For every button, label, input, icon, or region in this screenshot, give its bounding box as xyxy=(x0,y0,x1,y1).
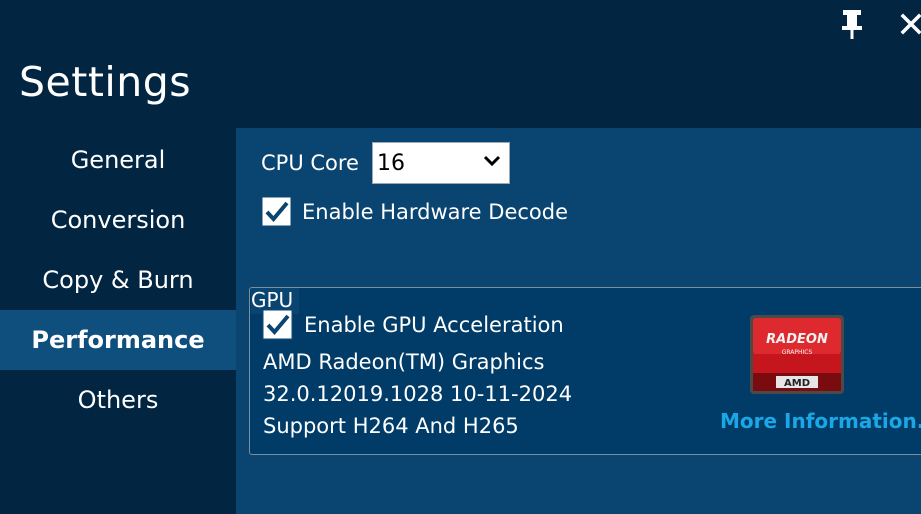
nav-item-others[interactable]: Others xyxy=(0,370,236,430)
radeon-logo: RADEON GRAPHICS AMD xyxy=(750,315,844,394)
close-icon xyxy=(900,13,921,35)
nav-item-general[interactable]: General xyxy=(0,130,236,190)
pin-button[interactable] xyxy=(838,8,866,40)
gpu-codec-support: Support H264 And H265 xyxy=(263,414,519,438)
performance-panel: CPU Core 16 Enable Hardware Decode GPU E… xyxy=(236,128,921,514)
cpu-core-value: 16 xyxy=(377,151,405,176)
settings-nav: General Conversion Copy & Burn Performan… xyxy=(0,130,236,430)
hw-decode-label: Enable Hardware Decode xyxy=(302,200,569,224)
cpu-core-label: CPU Core xyxy=(261,151,359,175)
svg-text:GRAPHICS: GRAPHICS xyxy=(782,349,813,356)
gpu-driver-version: 32.0.12019.1028 10-11-2024 xyxy=(263,382,573,406)
close-button[interactable] xyxy=(898,8,921,40)
svg-text:AMD: AMD xyxy=(784,378,810,389)
nav-item-copy-burn[interactable]: Copy & Burn xyxy=(0,250,236,310)
gpu-acceleration-label: Enable GPU Acceleration xyxy=(304,313,564,337)
pin-icon xyxy=(842,10,862,39)
chevron-down-icon xyxy=(483,155,501,167)
cpu-core-select[interactable]: 16 xyxy=(372,142,510,184)
svg-text:RADEON: RADEON xyxy=(766,332,828,347)
hw-decode-checkbox[interactable] xyxy=(259,194,294,229)
more-information-link[interactable]: More Information... xyxy=(720,409,921,433)
page-title: Settings xyxy=(19,58,192,106)
checkmark-icon xyxy=(259,194,294,229)
checkmark-icon xyxy=(260,307,295,342)
nav-item-performance[interactable]: Performance xyxy=(0,310,236,370)
nav-item-conversion[interactable]: Conversion xyxy=(0,190,236,250)
gpu-acceleration-checkbox[interactable] xyxy=(260,307,295,342)
gpu-name: AMD Radeon(TM) Graphics xyxy=(263,350,545,374)
